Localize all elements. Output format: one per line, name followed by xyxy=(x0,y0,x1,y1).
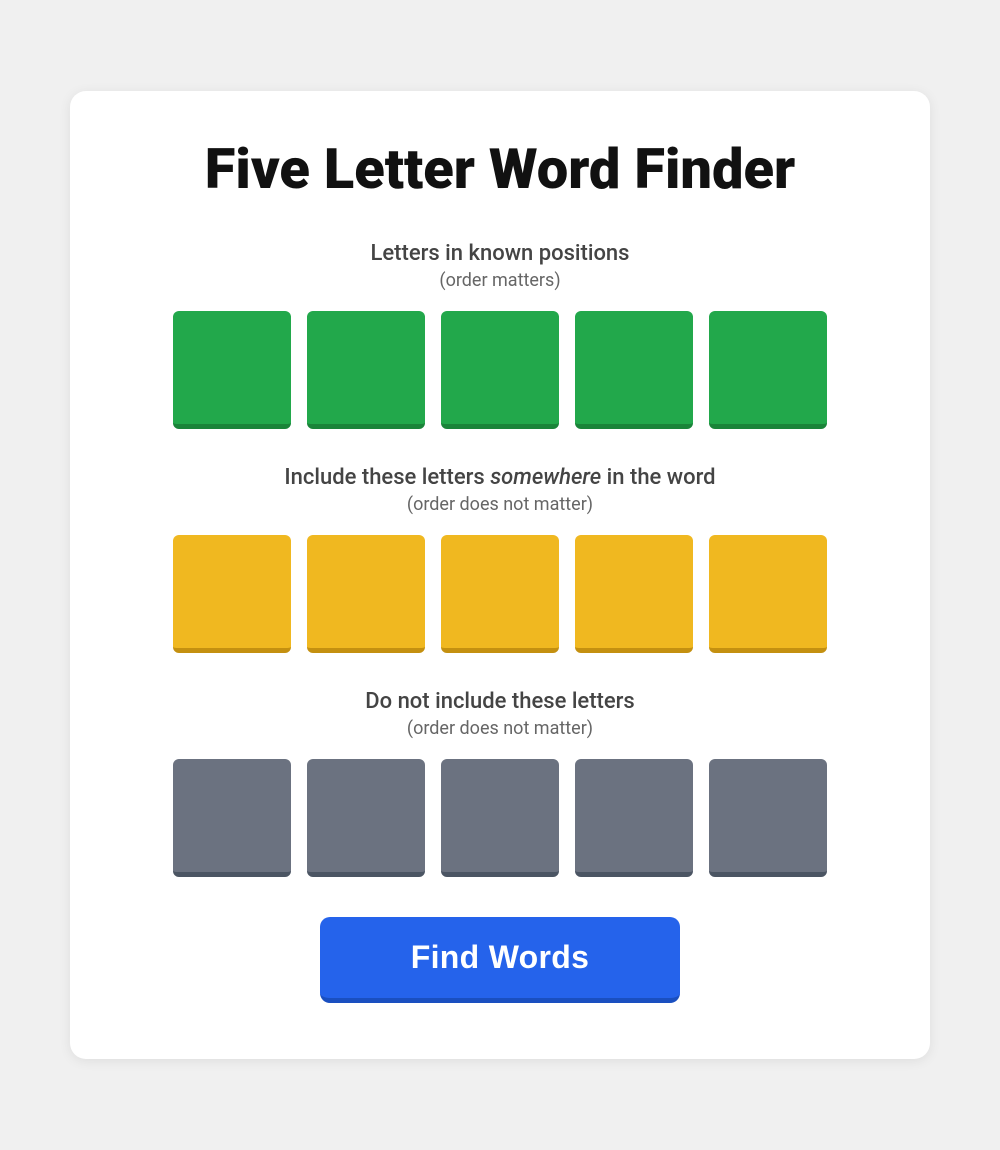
include-section: Include these letters somewhere in the w… xyxy=(130,465,870,653)
include-tile-4[interactable] xyxy=(575,535,693,653)
known-positions-tiles xyxy=(130,311,870,429)
exclude-sublabel: (order does not matter) xyxy=(130,718,870,739)
include-tile-5[interactable] xyxy=(709,535,827,653)
known-tile-3[interactable] xyxy=(441,311,559,429)
exclude-tile-4[interactable] xyxy=(575,759,693,877)
exclude-tile-2[interactable] xyxy=(307,759,425,877)
exclude-tile-1[interactable] xyxy=(173,759,291,877)
include-tile-3[interactable] xyxy=(441,535,559,653)
include-tile-1[interactable] xyxy=(173,535,291,653)
exclude-tile-5[interactable] xyxy=(709,759,827,877)
include-sublabel: (order does not matter) xyxy=(130,494,870,515)
main-card: Five Letter Word Finder Letters in known… xyxy=(70,91,930,1059)
exclude-label: Do not include these letters xyxy=(130,689,870,714)
include-tiles xyxy=(130,535,870,653)
exclude-tiles xyxy=(130,759,870,877)
page-title: Five Letter Word Finder xyxy=(130,139,870,201)
known-tile-4[interactable] xyxy=(575,311,693,429)
exclude-tile-3[interactable] xyxy=(441,759,559,877)
include-label: Include these letters somewhere in the w… xyxy=(130,465,870,490)
known-positions-label: Letters in known positions xyxy=(130,241,870,266)
known-tile-2[interactable] xyxy=(307,311,425,429)
include-tile-2[interactable] xyxy=(307,535,425,653)
known-positions-sublabel: (order matters) xyxy=(130,270,870,291)
known-positions-section: Letters in known positions (order matter… xyxy=(130,241,870,429)
exclude-section: Do not include these letters (order does… xyxy=(130,689,870,877)
find-words-button[interactable]: Find Words xyxy=(320,917,680,1003)
known-tile-1[interactable] xyxy=(173,311,291,429)
known-tile-5[interactable] xyxy=(709,311,827,429)
